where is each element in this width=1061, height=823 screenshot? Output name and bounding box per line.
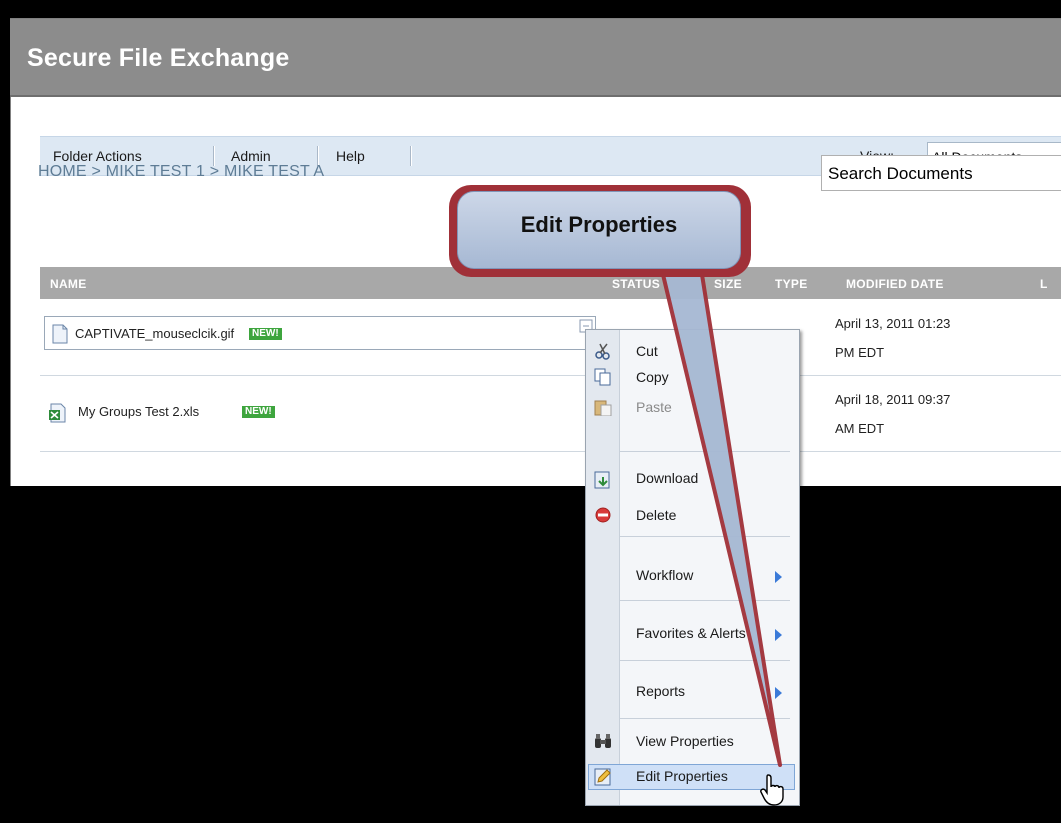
modified-date-line2: PM EDT: [835, 345, 885, 360]
menu-item-paste[interactable]: Paste: [586, 394, 799, 420]
menu-help[interactable]: Help: [336, 148, 365, 164]
table-row[interactable]: CAPTIVATE_mouseclcik.gif NEW! April 13, …: [40, 300, 1061, 376]
menu-separator: [620, 660, 790, 661]
app-window: Secure File Exchange Folder Actions Admi…: [0, 0, 1061, 823]
search-input[interactable]: Search Documents: [821, 155, 1061, 191]
gif-file-icon: [52, 324, 68, 344]
menu-separator: [410, 146, 412, 166]
menu-separator: [620, 451, 790, 452]
submenu-arrow-icon: [775, 687, 782, 699]
menu-item-reports[interactable]: Reports: [586, 680, 799, 706]
submenu-arrow-icon: [775, 571, 782, 583]
download-icon: [594, 471, 610, 489]
menu-separator: [620, 718, 790, 719]
breadcrumb-home[interactable]: HOME: [38, 163, 87, 180]
modified-date-line1: April 18, 2011 09:37: [835, 392, 951, 407]
menu-folder-actions[interactable]: Folder Actions: [53, 148, 142, 164]
delete-icon: [595, 507, 611, 523]
app-title: Secure File Exchange: [27, 44, 290, 72]
menu-separator: [620, 536, 790, 537]
column-header-modified-date[interactable]: MODIFIED DATE: [846, 277, 944, 291]
context-menu: Cut Copy Paste Download Delete Workflow …: [585, 329, 800, 806]
paste-icon: [594, 400, 612, 416]
menu-item-view-properties[interactable]: View Properties: [586, 728, 799, 754]
menu-item-cut[interactable]: Cut: [586, 338, 799, 364]
new-badge: NEW!: [249, 328, 282, 340]
modified-date: April 13, 2011 01:23 PM EDT: [835, 309, 950, 367]
scissors-icon: [595, 343, 610, 360]
breadcrumb-separator: >: [209, 163, 220, 180]
menu-item-label: View Properties: [636, 733, 734, 749]
column-header-size[interactable]: SIZE: [714, 277, 742, 291]
column-header-extra[interactable]: L: [1040, 277, 1048, 291]
menu-item-copy[interactable]: Copy: [586, 366, 799, 392]
edit-icon: [594, 768, 611, 786]
menu-item-label: Workflow: [636, 567, 694, 583]
menu-item-label: Download: [636, 470, 699, 486]
menu-separator: [620, 600, 790, 601]
menu-item-label: Cut: [636, 343, 658, 359]
menu-item-label: Reports: [636, 683, 686, 699]
menu-item-label: Favorites & Alerts: [636, 625, 746, 641]
column-header-status[interactable]: STATUS: [612, 277, 660, 291]
modified-date-line2: AM EDT: [835, 421, 885, 436]
menu-item-delete[interactable]: Delete: [586, 502, 799, 528]
breadcrumb-level2[interactable]: MIKE TEST A: [224, 163, 324, 180]
file-name[interactable]: CAPTIVATE_mouseclcik.gif: [75, 326, 234, 341]
menu-item-workflow[interactable]: Workflow: [586, 564, 799, 590]
modified-date-line1: April 13, 2011 01:23: [835, 316, 951, 331]
submenu-arrow-icon: [775, 629, 782, 641]
modified-date: April 18, 2011 09:37 AM EDT: [835, 385, 950, 443]
table-row[interactable]: My Groups Test 2.xls NEW! April 18, 2011…: [40, 376, 1061, 452]
hand-cursor-icon: [760, 774, 784, 806]
callout-body: Edit Properties: [457, 191, 741, 269]
menu-item-download[interactable]: Download: [586, 466, 799, 492]
excel-file-icon: [49, 403, 66, 423]
copy-icon: [594, 368, 611, 386]
new-badge: NEW!: [242, 406, 275, 418]
file-name[interactable]: My Groups Test 2.xls: [78, 404, 199, 419]
breadcrumb: HOME > MIKE TEST 1 > MIKE TEST A: [38, 163, 324, 181]
selected-name-cell[interactable]: CAPTIVATE_mouseclcik.gif NEW!: [44, 316, 596, 350]
menu-item-label: Copy: [636, 369, 669, 385]
column-header-type[interactable]: TYPE: [775, 277, 808, 291]
breadcrumb-level1[interactable]: MIKE TEST 1: [106, 163, 205, 180]
title-bar: Secure File Exchange: [10, 19, 1061, 97]
breadcrumb-separator: >: [91, 163, 102, 180]
menu-item-label: Delete: [636, 507, 677, 523]
menu-item-label: Paste: [636, 399, 672, 415]
binoculars-icon: [595, 734, 611, 748]
menu-admin[interactable]: Admin: [231, 148, 271, 164]
menu-item-favorites-alerts[interactable]: Favorites & Alerts: [586, 622, 799, 648]
column-header-name[interactable]: NAME: [50, 277, 87, 291]
menu-item-label: Edit Properties: [636, 768, 728, 784]
callout: Edit Properties: [449, 185, 751, 277]
callout-text: Edit Properties: [520, 212, 678, 237]
